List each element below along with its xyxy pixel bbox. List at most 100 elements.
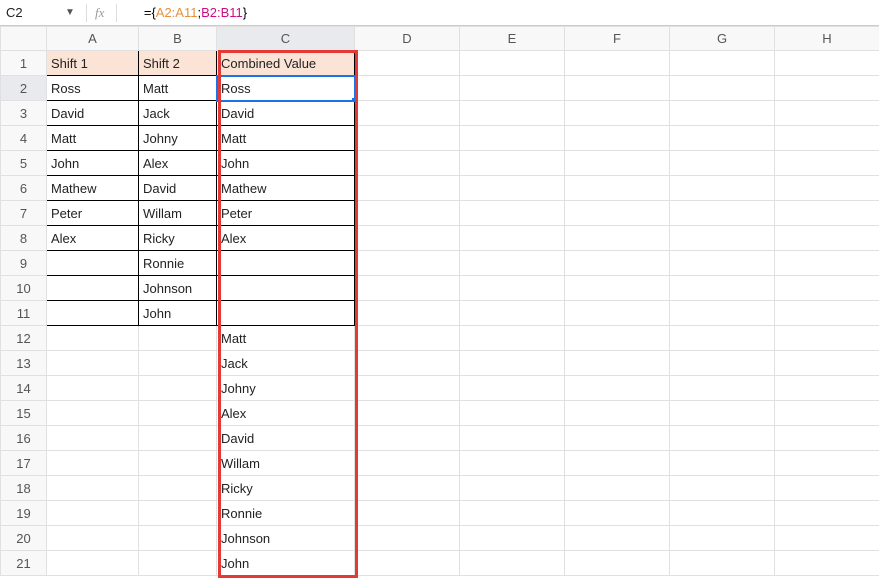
cell[interactable] — [139, 501, 217, 526]
cell[interactable] — [565, 526, 670, 551]
cell[interactable]: Ricky — [217, 476, 355, 501]
cell[interactable]: Willam — [217, 451, 355, 476]
cell[interactable] — [460, 301, 565, 326]
cell[interactable] — [355, 276, 460, 301]
cell[interactable] — [670, 451, 775, 476]
cell[interactable] — [775, 351, 879, 376]
cell[interactable] — [460, 526, 565, 551]
cell[interactable] — [565, 251, 670, 276]
cell[interactable]: Jack — [217, 351, 355, 376]
cell[interactable] — [47, 376, 139, 401]
cell[interactable] — [670, 201, 775, 226]
spreadsheet-grid[interactable]: A B C D E F G H 1Shift 1Shift 2Combined … — [0, 26, 879, 576]
cell[interactable] — [670, 76, 775, 101]
cell[interactable] — [565, 226, 670, 251]
cell[interactable] — [670, 326, 775, 351]
row-header[interactable]: 7 — [1, 201, 47, 226]
cell[interactable] — [355, 126, 460, 151]
cell[interactable]: Ronnie — [139, 251, 217, 276]
cell[interactable] — [775, 426, 879, 451]
cell[interactable] — [565, 51, 670, 76]
cell[interactable] — [47, 326, 139, 351]
cell[interactable] — [47, 401, 139, 426]
cell[interactable] — [775, 326, 879, 351]
cell[interactable] — [565, 101, 670, 126]
cell[interactable] — [565, 151, 670, 176]
col-header-b[interactable]: B — [139, 27, 217, 51]
cell[interactable] — [460, 401, 565, 426]
cell[interactable] — [775, 451, 879, 476]
cell[interactable] — [47, 251, 139, 276]
row-header[interactable]: 17 — [1, 451, 47, 476]
cell[interactable] — [670, 351, 775, 376]
cell[interactable]: Matt — [47, 126, 139, 151]
row-header[interactable]: 1 — [1, 51, 47, 76]
row-header[interactable]: 4 — [1, 126, 47, 151]
cell[interactable] — [460, 76, 565, 101]
cell[interactable] — [460, 551, 565, 576]
cell[interactable]: Johnson — [139, 276, 217, 301]
cell[interactable] — [460, 201, 565, 226]
row-header[interactable]: 3 — [1, 101, 47, 126]
cell[interactable] — [355, 526, 460, 551]
cell[interactable]: Ross — [217, 76, 355, 101]
cell[interactable]: Alex — [217, 226, 355, 251]
col-header-e[interactable]: E — [460, 27, 565, 51]
name-box[interactable]: C2 — [0, 5, 60, 20]
cell[interactable] — [565, 76, 670, 101]
cell[interactable]: John — [139, 301, 217, 326]
cell[interactable] — [775, 201, 879, 226]
cell[interactable]: Jack — [139, 101, 217, 126]
cell[interactable] — [47, 351, 139, 376]
cell[interactable]: Matt — [139, 76, 217, 101]
cell[interactable] — [217, 251, 355, 276]
cell[interactable] — [670, 126, 775, 151]
fill-handle[interactable] — [351, 97, 355, 101]
cell[interactable] — [565, 126, 670, 151]
cell[interactable] — [460, 126, 565, 151]
cell[interactable] — [775, 101, 879, 126]
cell[interactable] — [565, 326, 670, 351]
cell[interactable]: Matt — [217, 126, 355, 151]
cell[interactable] — [47, 476, 139, 501]
cell[interactable]: Mathew — [217, 176, 355, 201]
cell[interactable] — [47, 426, 139, 451]
cell[interactable]: Johnson — [217, 526, 355, 551]
cell[interactable] — [775, 476, 879, 501]
cell[interactable]: David — [217, 101, 355, 126]
cell[interactable] — [139, 426, 217, 451]
cell[interactable] — [460, 501, 565, 526]
cell[interactable]: Peter — [47, 201, 139, 226]
cell[interactable] — [355, 501, 460, 526]
cell[interactable] — [355, 201, 460, 226]
cell[interactable] — [139, 526, 217, 551]
cell[interactable] — [460, 451, 565, 476]
cell[interactable] — [355, 51, 460, 76]
cell[interactable]: David — [217, 426, 355, 451]
cell[interactable] — [47, 451, 139, 476]
row-header[interactable]: 10 — [1, 276, 47, 301]
cell[interactable] — [460, 251, 565, 276]
cell[interactable]: David — [139, 176, 217, 201]
cell[interactable] — [355, 326, 460, 351]
cell[interactable]: John — [217, 151, 355, 176]
cell[interactable] — [565, 501, 670, 526]
cell[interactable] — [670, 401, 775, 426]
cell[interactable] — [565, 426, 670, 451]
cell[interactable] — [565, 376, 670, 401]
cell[interactable]: Alex — [217, 401, 355, 426]
row-header[interactable]: 15 — [1, 401, 47, 426]
cell[interactable] — [355, 426, 460, 451]
row-header[interactable]: 18 — [1, 476, 47, 501]
cell[interactable] — [775, 226, 879, 251]
row-header[interactable]: 14 — [1, 376, 47, 401]
cell[interactable] — [47, 551, 139, 576]
cell[interactable] — [670, 551, 775, 576]
cell[interactable] — [355, 451, 460, 476]
row-header[interactable]: 16 — [1, 426, 47, 451]
cell[interactable] — [775, 76, 879, 101]
cell[interactable] — [460, 176, 565, 201]
cell[interactable] — [775, 501, 879, 526]
col-header-f[interactable]: F — [565, 27, 670, 51]
cell[interactable] — [460, 476, 565, 501]
